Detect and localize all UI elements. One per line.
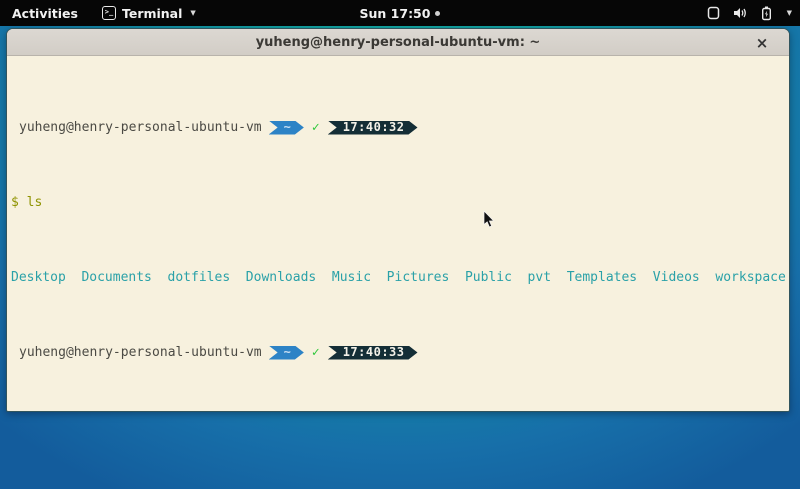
terminal-content[interactable]: yuheng@henry-personal-ubuntu-vm ~ ✓ 17:4… [7,57,789,411]
top-bar: Activities >_ Terminal ▼ Sun 17:50 [0,0,800,26]
ls-output: Desktop Documents dotfiles Downloads Mus… [11,270,785,285]
app-menu-label: Terminal [122,6,182,21]
prompt-user-host: yuheng@henry-personal-ubuntu-vm [11,345,262,360]
battery-charging-icon [761,6,772,21]
powerline-time-segment: 17:40:33 [328,346,418,360]
terminal-window: yuheng@henry-personal-ubuntu-vm: ~ × yuh… [6,28,790,412]
system-status-area[interactable]: ▼ [707,0,792,26]
screen: Activities >_ Terminal ▼ Sun 17:50 [0,0,800,489]
powerline-path-segment: ~ [269,346,304,360]
notification-dot-icon [435,11,440,16]
window-titlebar[interactable]: yuheng@henry-personal-ubuntu-vm: ~ × [7,29,789,56]
chevron-down-icon: ▼ [190,9,195,17]
app-menu-button[interactable]: >_ Terminal ▼ [92,0,206,26]
chevron-down-icon: ▼ [787,9,792,17]
display-icon [707,6,720,20]
exit-status-check-icon: ✓ [312,345,320,360]
command-text: ls [19,195,42,210]
close-button[interactable]: × [751,29,773,56]
terminal-app-icon: >_ [102,6,116,20]
window-title: yuheng@henry-personal-ubuntu-vm: ~ [256,35,541,50]
activities-button[interactable]: Activities [0,0,92,26]
powerline-time-segment: 17:40:32 [328,121,418,135]
mouse-cursor-icon [483,211,495,233]
exit-status-check-icon: ✓ [312,120,320,135]
powerline-path-segment: ~ [269,121,304,135]
prompt-line: yuheng@henry-personal-ubuntu-vm ~ ✓ 17:4… [11,120,785,135]
clock-label: Sun 17:50 [360,6,431,21]
volume-icon [733,6,748,20]
prompt-user-host: yuheng@henry-personal-ubuntu-vm [11,120,262,135]
command-line: $ ls [11,195,785,210]
prompt-symbol: $ [11,195,19,210]
prompt-line: yuheng@henry-personal-ubuntu-vm ~ ✓ 17:4… [11,345,785,360]
